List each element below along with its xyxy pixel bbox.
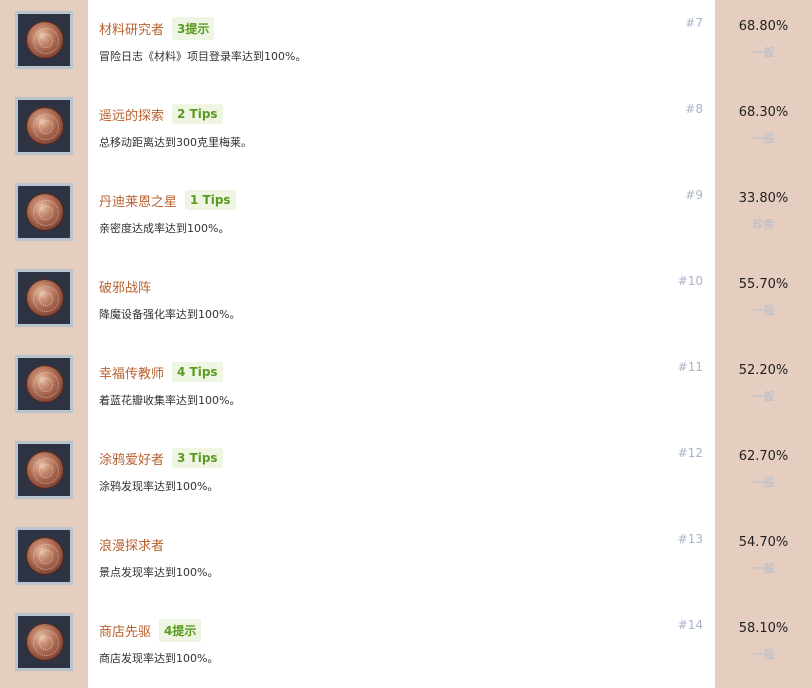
unlock-percentage: 55.70% bbox=[738, 277, 789, 292]
stats-column: 68.80% 一般 bbox=[715, 0, 812, 86]
bronze-medal-icon bbox=[26, 623, 64, 661]
unlock-percentage: 52.20% bbox=[738, 363, 789, 378]
achievement-title[interactable]: 浪漫探求者 bbox=[99, 535, 164, 554]
stats-column: 54.70% 一般 bbox=[715, 516, 812, 602]
stats-column: 33.80% 珍贵 bbox=[715, 172, 812, 258]
achievement-row[interactable]: 遥远的探索 2 Tips 总移动距离达到300克里梅莱。 #8 68.30% 一… bbox=[0, 86, 812, 172]
stats-column: 58.10% 一般 bbox=[715, 602, 812, 688]
achievement-icon-frame bbox=[15, 183, 73, 241]
tips-badge[interactable]: 3 Tips bbox=[172, 448, 223, 468]
rarity-label: 一般 bbox=[752, 648, 775, 661]
achievement-row[interactable]: 幸福传教师 4 Tips 着蓝花瓣收集率达到100%。 #11 52.20% 一… bbox=[0, 344, 812, 430]
stats-column: 62.70% 一般 bbox=[715, 430, 812, 516]
achievement-icon-frame bbox=[15, 355, 73, 413]
stats-column: 52.20% 一般 bbox=[715, 344, 812, 430]
achievement-title[interactable]: 丹迪莱恩之星 bbox=[99, 191, 177, 210]
bronze-medal-icon bbox=[26, 451, 64, 489]
achievement-description: 冒险日志《材料》项目登录率达到100%。 bbox=[99, 50, 307, 63]
bronze-medal-icon bbox=[26, 193, 64, 231]
achievement-number: #11 bbox=[677, 360, 703, 374]
bronze-medal-icon bbox=[26, 365, 64, 403]
unlock-percentage: 58.10% bbox=[738, 621, 789, 636]
achievement-icon-frame bbox=[15, 441, 73, 499]
achievement-number: #7 bbox=[685, 16, 703, 30]
rarity-label: 一般 bbox=[752, 476, 775, 489]
achievement-main: 遥远的探索 2 Tips 总移动距离达到300克里梅莱。 #8 bbox=[88, 86, 715, 172]
rarity-label: 珍贵 bbox=[752, 218, 775, 231]
tips-badge[interactable]: 3提示 bbox=[172, 16, 215, 40]
icon-column bbox=[0, 258, 88, 344]
achievement-icon-frame bbox=[15, 527, 73, 585]
achievement-row[interactable]: 材料研究者 3提示 冒险日志《材料》项目登录率达到100%。 #7 68.80%… bbox=[0, 0, 812, 86]
icon-column bbox=[0, 0, 88, 86]
achievement-description: 涂鸦发现率达到100%。 bbox=[99, 480, 219, 493]
rarity-label: 一般 bbox=[752, 562, 775, 575]
achievement-description: 景点发现率达到100%。 bbox=[99, 566, 219, 579]
achievement-row[interactable]: 丹迪莱恩之星 1 Tips 亲密度达成率达到100%。 #9 33.80% 珍贵 bbox=[0, 172, 812, 258]
achievement-main: 丹迪莱恩之星 1 Tips 亲密度达成率达到100%。 #9 bbox=[88, 172, 715, 258]
icon-column bbox=[0, 516, 88, 602]
achievement-title[interactable]: 材料研究者 bbox=[99, 19, 164, 38]
bronze-medal-icon bbox=[26, 537, 64, 575]
achievement-row[interactable]: 破邪战阵 降魔设备强化率达到100%。 #10 55.70% 一般 bbox=[0, 258, 812, 344]
tips-badge[interactable]: 2 Tips bbox=[172, 104, 223, 124]
achievement-row[interactable]: 涂鸦爱好者 3 Tips 涂鸦发现率达到100%。 #12 62.70% 一般 bbox=[0, 430, 812, 516]
achievement-description: 降魔设备强化率达到100%。 bbox=[99, 308, 241, 321]
achievement-title[interactable]: 遥远的探索 bbox=[99, 105, 164, 124]
achievement-number: #10 bbox=[677, 274, 703, 288]
rarity-label: 一般 bbox=[752, 304, 775, 317]
achievement-number: #14 bbox=[677, 618, 703, 632]
achievement-title[interactable]: 涂鸦爱好者 bbox=[99, 449, 164, 468]
tips-badge[interactable]: 4 Tips bbox=[172, 362, 223, 382]
achievement-description: 商店发现率达到100%。 bbox=[99, 652, 219, 665]
icon-column bbox=[0, 86, 88, 172]
achievement-number: #12 bbox=[677, 446, 703, 460]
unlock-percentage: 68.80% bbox=[738, 19, 789, 34]
tips-badge[interactable]: 4提示 bbox=[159, 618, 202, 642]
achievement-number: #13 bbox=[677, 532, 703, 546]
achievement-icon-frame bbox=[15, 613, 73, 671]
rarity-label: 一般 bbox=[752, 132, 775, 145]
stats-column: 68.30% 一般 bbox=[715, 86, 812, 172]
achievement-main: 商店先驱 4提示 商店发现率达到100%。 #14 bbox=[88, 602, 715, 688]
achievement-title[interactable]: 商店先驱 bbox=[99, 621, 151, 640]
unlock-percentage: 62.70% bbox=[738, 449, 789, 464]
achievement-main: 材料研究者 3提示 冒险日志《材料》项目登录率达到100%。 #7 bbox=[88, 0, 715, 86]
achievement-description: 着蓝花瓣收集率达到100%。 bbox=[99, 394, 241, 407]
achievement-row[interactable]: 商店先驱 4提示 商店发现率达到100%。 #14 58.10% 一般 bbox=[0, 602, 812, 688]
achievement-icon-frame bbox=[15, 97, 73, 155]
unlock-percentage: 68.30% bbox=[738, 105, 789, 120]
rarity-label: 一般 bbox=[752, 46, 775, 59]
icon-column bbox=[0, 344, 88, 430]
tips-badge[interactable]: 1 Tips bbox=[185, 190, 236, 210]
achievement-main: 浪漫探求者 景点发现率达到100%。 #13 bbox=[88, 516, 715, 602]
icon-column bbox=[0, 602, 88, 688]
achievement-main: 幸福传教师 4 Tips 着蓝花瓣收集率达到100%。 #11 bbox=[88, 344, 715, 430]
unlock-percentage: 54.70% bbox=[738, 535, 789, 550]
stats-column: 55.70% 一般 bbox=[715, 258, 812, 344]
achievement-row[interactable]: 浪漫探求者 景点发现率达到100%。 #13 54.70% 一般 bbox=[0, 516, 812, 602]
bronze-medal-icon bbox=[26, 279, 64, 317]
achievement-description: 总移动距离达到300克里梅莱。 bbox=[99, 136, 252, 149]
rarity-label: 一般 bbox=[752, 390, 775, 403]
achievement-icon-frame bbox=[15, 11, 73, 69]
achievement-list: 材料研究者 3提示 冒险日志《材料》项目登录率达到100%。 #7 68.80%… bbox=[0, 0, 812, 688]
achievement-number: #8 bbox=[685, 102, 703, 116]
achievement-icon-frame bbox=[15, 269, 73, 327]
bronze-medal-icon bbox=[26, 21, 64, 59]
achievement-description: 亲密度达成率达到100%。 bbox=[99, 222, 230, 235]
bronze-medal-icon bbox=[26, 107, 64, 145]
achievement-main: 涂鸦爱好者 3 Tips 涂鸦发现率达到100%。 #12 bbox=[88, 430, 715, 516]
unlock-percentage: 33.80% bbox=[738, 191, 789, 206]
achievement-number: #9 bbox=[685, 188, 703, 202]
achievement-title[interactable]: 幸福传教师 bbox=[99, 363, 164, 382]
achievement-main: 破邪战阵 降魔设备强化率达到100%。 #10 bbox=[88, 258, 715, 344]
icon-column bbox=[0, 430, 88, 516]
achievement-title[interactable]: 破邪战阵 bbox=[99, 277, 151, 296]
icon-column bbox=[0, 172, 88, 258]
